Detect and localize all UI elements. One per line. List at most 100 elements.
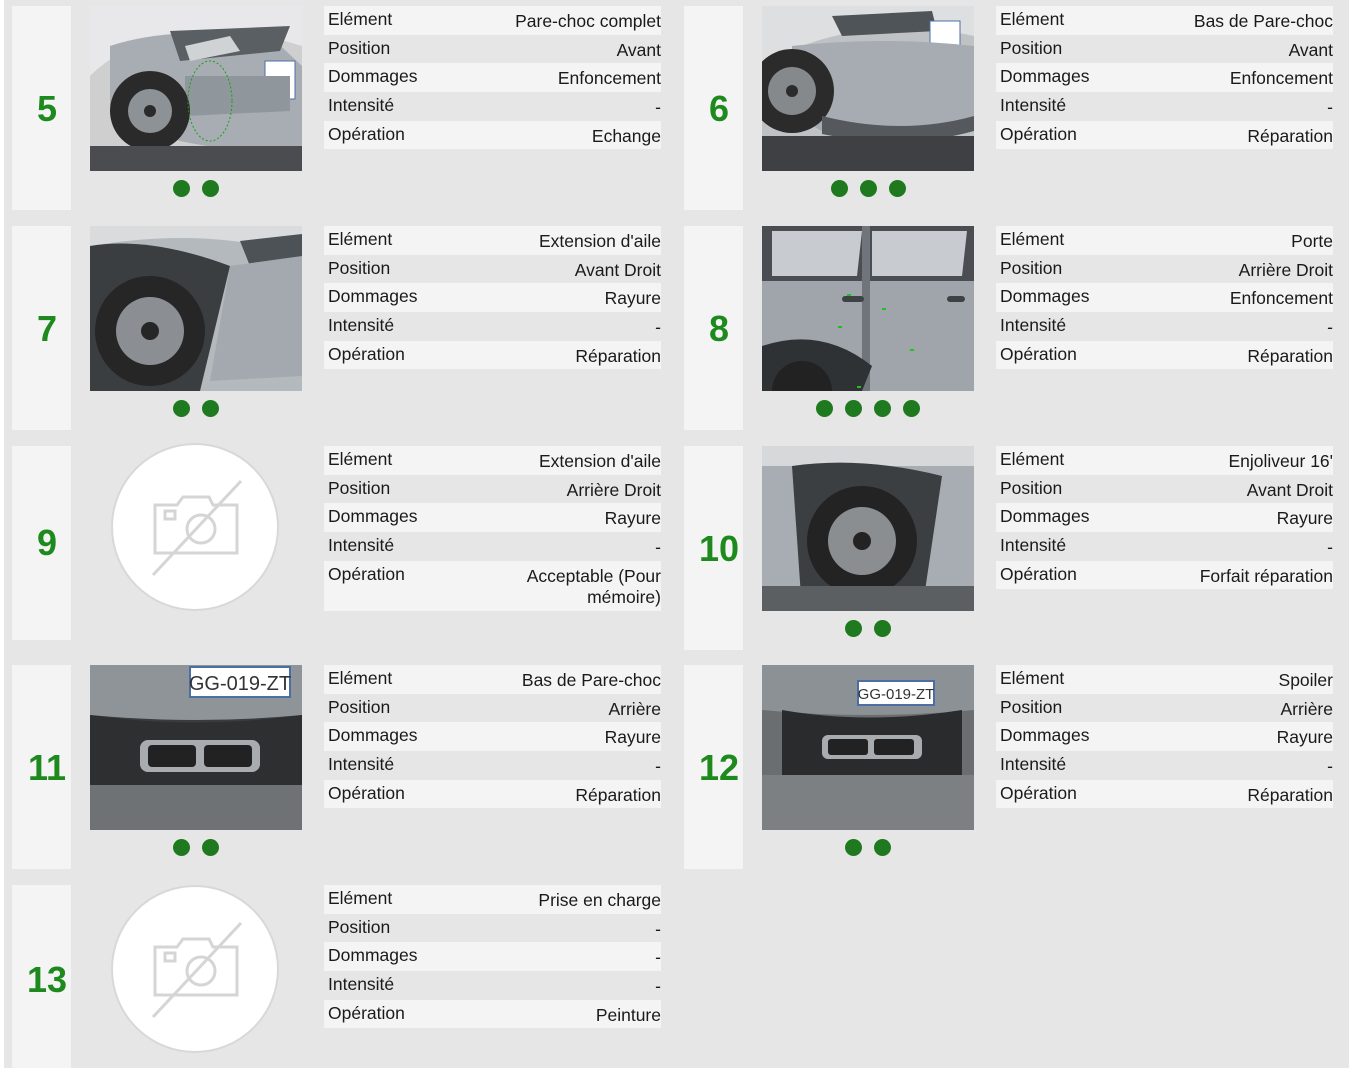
row-element: Elément Enjoliveur 16' [996,446,1333,475]
pagination-dot[interactable] [816,400,833,417]
damage-photo[interactable] [90,6,302,171]
damage-card-7: 7 Elément Extension d'aile Position Avant … [12,226,672,430]
photo-pagination [762,180,974,197]
label-dommages: Dommages [328,66,418,87]
pagination-dot[interactable] [202,839,219,856]
pagination-dot[interactable] [173,839,190,856]
label-dommages: Dommages [328,286,418,307]
pagination-dot[interactable] [874,839,891,856]
left-border [0,0,4,1068]
value-intensite: - [655,976,661,997]
label-element: Elément [328,888,393,908]
pagination-dot[interactable] [859,180,877,197]
no-photo-placeholder [111,443,279,611]
pagination-dot[interactable] [903,400,920,417]
damage-photo[interactable]: GG-019-ZT [762,665,974,830]
row-position: Position Avant [996,35,1333,64]
pagination-dot[interactable] [202,400,219,417]
value-operation: Peinture [595,1004,661,1025]
damage-photo[interactable] [762,6,974,171]
value-intensite: - [655,97,661,118]
value-operation: Réparation [1247,784,1333,805]
pagination-dot[interactable] [173,400,190,417]
row-dommages: Dommages Rayure [996,722,1333,752]
pagination-dot[interactable] [845,620,862,637]
damage-card-10: 10 Elément Enjoliveur 16' Position Avant D… [684,446,1344,650]
value-element: Pare-choc complet [515,11,661,31]
pagination-dot[interactable] [845,839,862,856]
value-dommages: Rayure [604,508,661,529]
damage-details-table: Elément Pare-choc complet Position Avant D… [324,6,661,150]
row-element: Elément Extension d'aile [324,226,661,255]
value-dommages: Rayure [604,288,661,309]
pagination-dot[interactable] [874,620,891,637]
row-operation: Opération Réparation [324,779,661,809]
row-element: Elément Bas de Pare-choc [324,665,661,694]
photo-pagination [90,180,302,197]
label-operation: Opération [328,343,405,364]
camera-off-icon [151,479,243,577]
label-intensite: Intensité [328,95,395,116]
damage-number: 11 [27,747,67,788]
pagination-dot[interactable] [173,180,190,197]
label-dommages: Dommages [1000,286,1090,307]
label-dommages: Dommages [1000,506,1090,527]
label-operation: Opération [328,1002,405,1023]
pagination-dot[interactable] [874,400,891,417]
damage-card-13: 13 Elément Prise en charge Position - Domm… [12,885,672,1068]
pagination-dot[interactable] [830,180,848,197]
value-element: Extension d'aile [538,231,661,251]
damage-details-table: Elément Porte Position Arrière Droit Domma… [996,226,1333,370]
value-element: Enjoliveur 16' [1228,451,1333,471]
value-element: Prise en charge [538,890,661,910]
value-position: Avant [616,39,661,60]
label-intensite: Intensité [1000,95,1067,116]
row-dommages: Dommages Rayure [996,503,1333,533]
label-operation: Opération [1000,343,1077,364]
label-intensite: Intensité [1000,535,1067,556]
value-intensite: - [655,317,661,338]
damage-card-5: 5 Elément Pare-choc complet Position Avant… [12,6,672,210]
damage-details-table: Elément Extension d'aile Position Arrière … [324,446,661,611]
value-operation: Acceptable (Pour mémoire) [526,565,661,607]
row-operation: Opération Réparation [996,340,1333,370]
value-dommages: Enfoncement [1229,68,1333,89]
photo-pagination [90,839,302,856]
label-element: Elément [328,449,393,469]
row-intensite: Intensité - [996,312,1333,341]
row-position: Position Avant Droit [996,475,1333,504]
damage-photo[interactable] [90,226,302,391]
value-intensite: - [1327,537,1333,558]
damage-number: 12 [698,747,740,788]
damage-photo[interactable] [762,446,974,611]
label-element: Elément [328,9,393,29]
pagination-dot[interactable] [888,180,906,197]
row-intensite: Intensité - [996,532,1333,561]
row-element: Elément Pare-choc complet [324,6,661,35]
no-photo-placeholder [111,885,279,1053]
row-intensite: Intensité - [324,532,661,561]
value-position: Avant [1288,39,1333,60]
pagination-dot[interactable] [845,400,862,417]
pagination-dot[interactable] [202,180,219,197]
label-position: Position [328,37,391,58]
damage-card-12: 12 GG-019-ZT Elément Spoiler Position Arri… [684,665,1344,869]
row-position: Position Arrière [324,694,661,723]
value-operation: Réparation [1247,345,1333,366]
label-position: Position [1000,37,1063,58]
value-dommages: Rayure [604,727,661,748]
damage-number: 6 [708,88,730,129]
photo-pagination [762,620,974,637]
row-operation: Opération Réparation [996,779,1333,809]
damage-photo[interactable] [762,226,974,391]
damage-photo[interactable]: GG-019-ZT [90,665,302,830]
row-intensite: Intensité - [996,92,1333,121]
row-position: Position Arrière Droit [324,475,661,504]
value-position: Arrière [1280,698,1333,719]
label-element: Elément [328,229,393,249]
damage-number: 5 [36,88,58,129]
value-operation: Forfait réparation [1199,565,1333,586]
row-position: Position Arrière [996,694,1333,723]
row-element: Elément Spoiler [996,665,1333,694]
row-operation: Opération Peinture [324,999,661,1029]
